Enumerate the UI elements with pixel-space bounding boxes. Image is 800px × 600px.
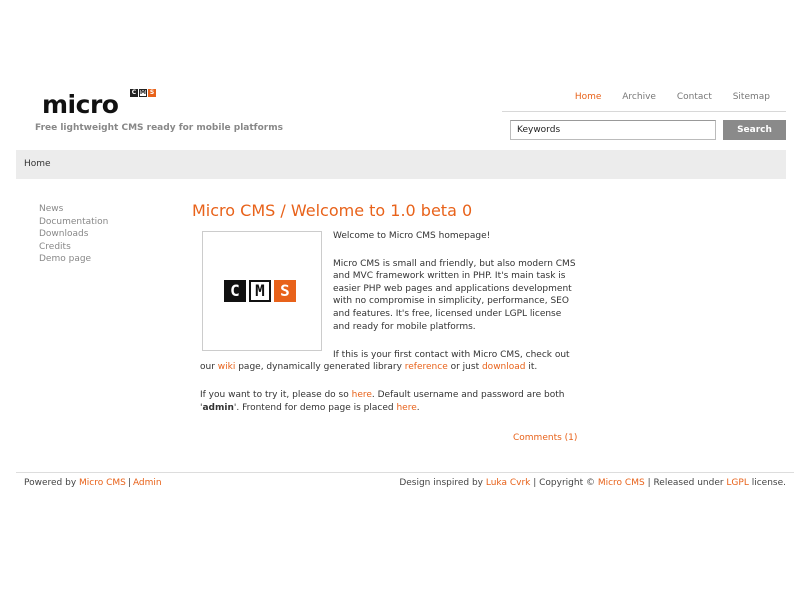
text-span: | Copyright © — [530, 478, 598, 488]
footer-luka-cvrk-link[interactable]: Luka Cvrk — [486, 478, 531, 488]
text-span: '. Frontend for demo page is placed — [233, 402, 397, 413]
top-nav-home[interactable]: Home — [575, 92, 602, 102]
try-here-link[interactable]: here — [352, 390, 372, 400]
site-logo[interactable]: micro C M S — [42, 88, 162, 120]
logo-wordmark: micro — [42, 90, 119, 119]
sidebar-item-news[interactable]: News — [39, 203, 108, 216]
admin-credential: admin — [202, 402, 234, 413]
top-nav: Home Archive Contact Sitemap — [502, 92, 786, 112]
image-letter-s: S — [274, 280, 296, 302]
text-span: page, dynamically generated library — [235, 362, 405, 373]
breadcrumb: Home — [16, 150, 786, 179]
footer-copyright-micro-cms-link[interactable]: Micro CMS — [598, 478, 645, 488]
logo-cms-letter-c: C — [130, 89, 138, 97]
wiki-link[interactable]: wiki — [218, 362, 236, 372]
text-span: it. — [525, 362, 538, 373]
logo-cms-letter-m: M — [139, 89, 147, 97]
text-span: | Released under — [644, 478, 727, 488]
download-link[interactable]: download — [482, 362, 526, 372]
image-letter-m: M — [249, 280, 271, 302]
article-paragraph-demo: If you want to try it, please do so here… — [200, 389, 580, 414]
top-nav-sitemap[interactable]: Sitemap — [733, 92, 770, 102]
footer-lgpl-link[interactable]: LGPL — [726, 478, 748, 488]
frontend-here-link[interactable]: here — [396, 403, 416, 413]
page-title: Micro CMS / Welcome to 1.0 beta 0 — [192, 201, 473, 220]
footer-divider — [16, 472, 794, 473]
sidebar-item-credits[interactable]: Credits — [39, 241, 108, 254]
site-tagline: Free lightweight CMS ready for mobile pl… — [35, 123, 283, 133]
text-span: If you want to try it, please do so — [200, 390, 352, 401]
logo-cms-letter-s: S — [148, 89, 156, 97]
sidebar-item-downloads[interactable]: Downloads — [39, 228, 108, 241]
footer-left: Powered by Micro CMS | Admin — [24, 478, 162, 488]
text-span: Powered by — [24, 478, 80, 488]
footer-separator: | — [127, 478, 131, 488]
top-nav-contact[interactable]: Contact — [677, 92, 712, 102]
sidebar-item-documentation[interactable]: Documentation — [39, 216, 108, 229]
cms-logo-image: C M S — [202, 231, 322, 351]
logo-cms-badge: C M S — [130, 89, 156, 97]
comments-link[interactable]: Comments (1) — [513, 433, 577, 443]
text-span: or just — [447, 362, 482, 373]
search-button[interactable]: Search — [723, 120, 786, 140]
article-paragraph-first-contact: If this is your first contact with Micro… — [200, 349, 580, 374]
sidebar-item-demo-page[interactable]: Demo page — [39, 253, 108, 266]
footer-right: Design inspired by Luka Cvrk | Copyright… — [399, 478, 786, 488]
text-span: license. — [748, 478, 786, 488]
top-nav-archive[interactable]: Archive — [622, 92, 656, 102]
article-body: C M S Welcome to Micro CMS homepage! Mic… — [192, 230, 580, 415]
sidebar-nav: News Documentation Downloads Credits Dem… — [39, 203, 108, 266]
footer-micro-cms-link[interactable]: Micro CMS — [79, 478, 126, 488]
search-input[interactable] — [510, 120, 716, 140]
footer-admin-link[interactable]: Admin — [133, 478, 162, 488]
text-span: Design inspired by — [399, 478, 486, 488]
image-letter-c: C — [224, 280, 246, 302]
text-span: . — [416, 402, 420, 413]
main-content: Micro CMS / Welcome to 1.0 beta 0 C M S … — [192, 200, 580, 430]
reference-link[interactable]: reference — [405, 362, 448, 372]
